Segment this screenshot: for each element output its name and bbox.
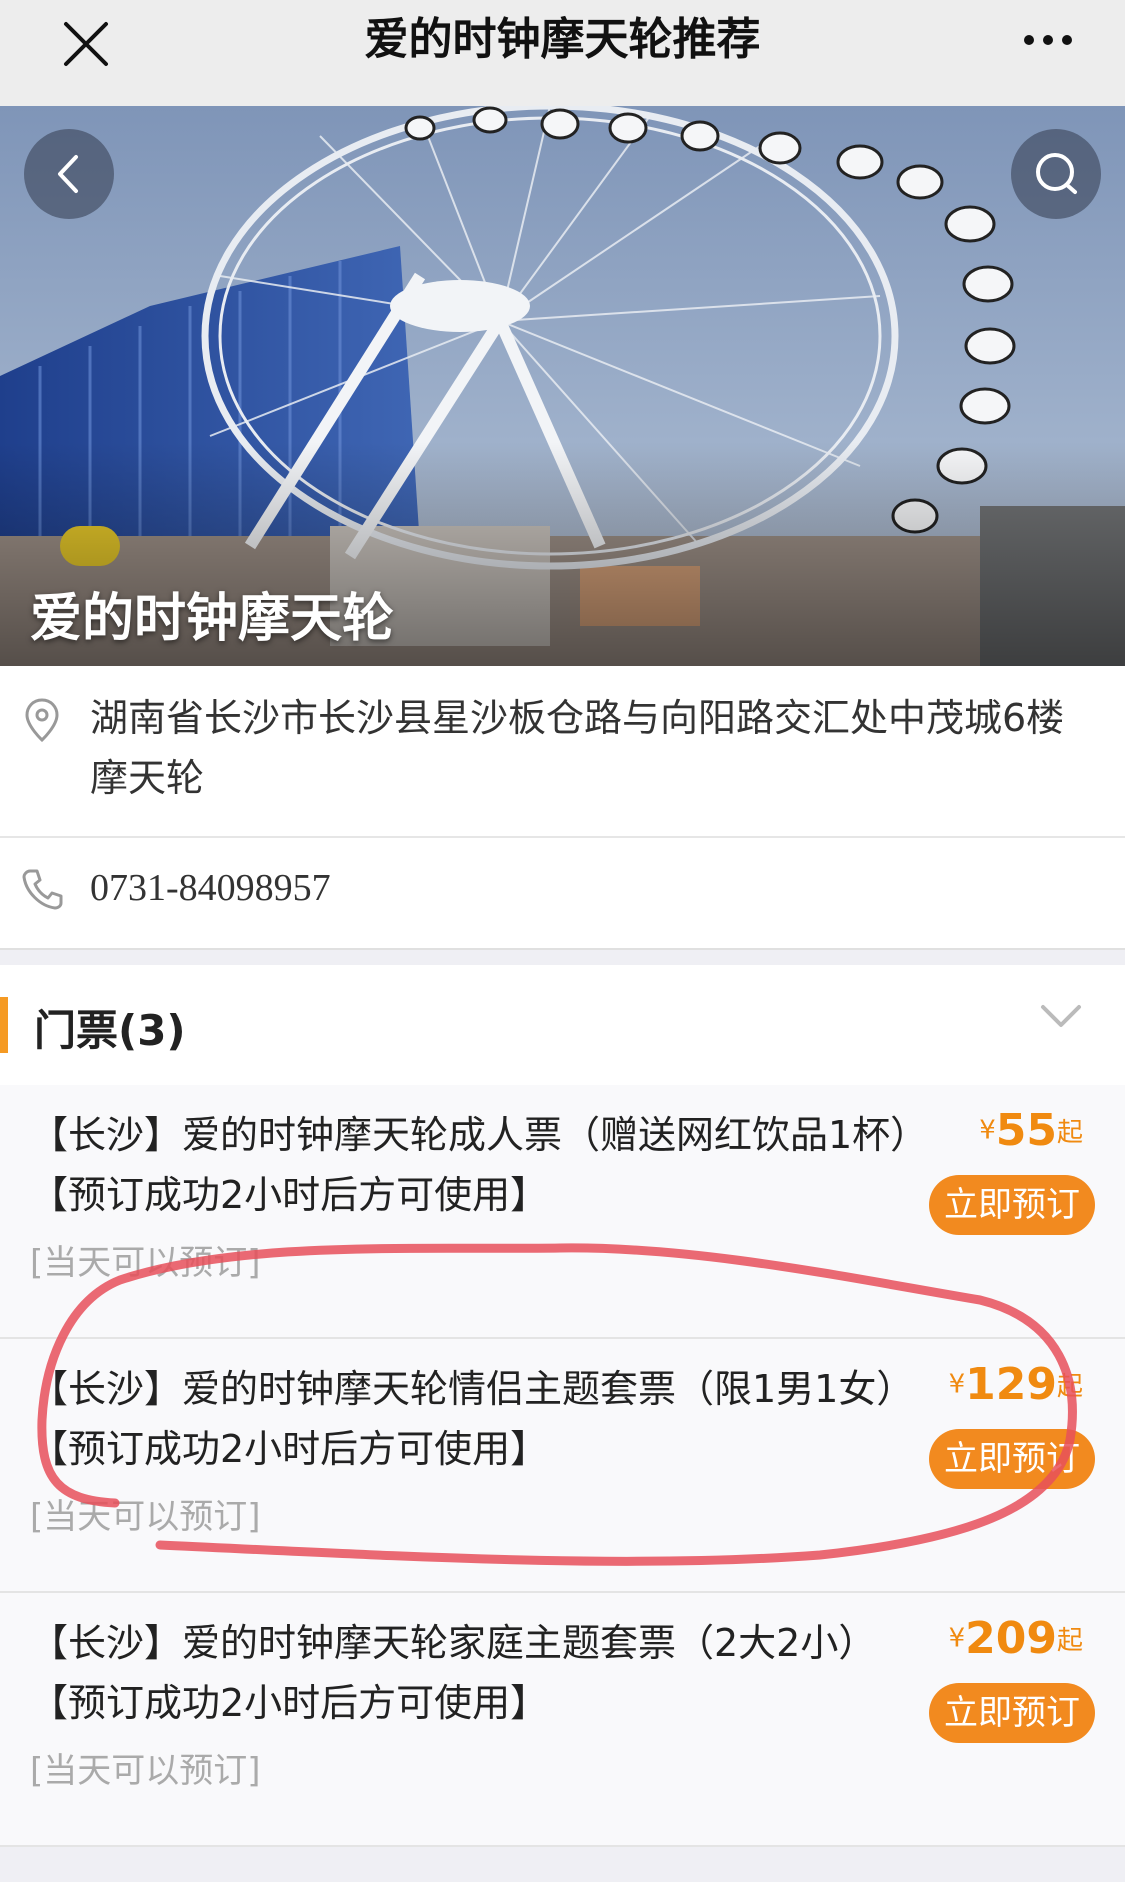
ticket-price: ¥129起	[949, 1359, 1083, 1410]
ticket-name[interactable]: 【长沙】爱的时钟摩天轮情侣主题套票（限1男1女）【预订成功2小时后方可使用】	[30, 1359, 920, 1479]
ticket-price: ¥55起	[979, 1105, 1083, 1156]
price-value: 209	[965, 1613, 1057, 1664]
address-text: 湖南省长沙市长沙县星沙板仓路与向阳路交汇处中茂城6楼摩天轮	[90, 696, 1065, 800]
ticket-price: ¥209起	[949, 1613, 1083, 1664]
phone-row[interactable]: 0731-84098957	[0, 838, 1125, 950]
ticket-name[interactable]: 【长沙】爱的时钟摩天轮家庭主题套票（2大2小）【预订成功2小时后方可使用】	[30, 1613, 920, 1733]
ticket-item[interactable]: 【长沙】爱的时钟摩天轮家庭主题套票（2大2小）【预订成功2小时后方可使用】 ¥2…	[0, 1593, 1125, 1847]
ticket-item[interactable]: 【长沙】爱的时钟摩天轮情侣主题套票（限1男1女）【预订成功2小时后方可使用】 ¥…	[0, 1339, 1125, 1593]
booking-note: [当天可以预订]	[30, 1243, 261, 1283]
tickets-section: 门票(3) 【长沙】爱的时钟摩天轮成人票（赠送网红饮品1杯）【预订成功2小时后方…	[0, 965, 1125, 1847]
search-button[interactable]	[1011, 129, 1101, 219]
currency-symbol: ¥	[948, 1369, 966, 1400]
booking-note: [当天可以预订]	[30, 1497, 261, 1537]
address-row[interactable]: 湖南省长沙市长沙县星沙板仓路与向阳路交汇处中茂城6楼摩天轮	[0, 666, 1125, 838]
price-value: 55	[995, 1105, 1057, 1156]
more-icon[interactable]	[1013, 22, 1083, 58]
hero-banner: 爱的时钟摩天轮	[0, 106, 1125, 666]
currency-symbol: ¥	[979, 1115, 996, 1146]
book-now-button[interactable]: 立即预订	[929, 1175, 1095, 1235]
back-icon	[58, 155, 78, 193]
page-title: 爱的时钟摩天轮推荐	[364, 14, 761, 65]
top-nav-bar: 爱的时钟摩天轮推荐	[0, 0, 1125, 107]
price-value: 129	[965, 1359, 1057, 1410]
phone-number: 0731-84098957	[90, 867, 331, 909]
book-now-button[interactable]: 立即预订	[929, 1429, 1095, 1489]
search-icon	[1036, 153, 1077, 194]
phone-icon	[22, 869, 63, 910]
booking-note: [当天可以预订]	[30, 1751, 261, 1791]
book-now-button[interactable]: 立即预订	[929, 1683, 1095, 1743]
tickets-title: 门票(3)	[34, 1006, 186, 1055]
tickets-header[interactable]: 门票(3)	[0, 965, 1125, 1085]
price-suffix: 起	[1056, 1118, 1083, 1148]
ticket-name[interactable]: 【长沙】爱的时钟摩天轮成人票（赠送网红饮品1杯）【预订成功2小时后方可使用】	[30, 1105, 920, 1225]
attraction-title: 爱的时钟摩天轮	[30, 589, 395, 649]
attraction-info: 湖南省长沙市长沙县星沙板仓路与向阳路交汇处中茂城6楼摩天轮 0731-84098…	[0, 666, 1125, 950]
ticket-item[interactable]: 【长沙】爱的时钟摩天轮成人票（赠送网红饮品1杯）【预订成功2小时后方可使用】 ¥…	[0, 1085, 1125, 1339]
chevron-down-icon[interactable]	[1039, 1001, 1083, 1031]
section-accent-bar	[0, 997, 8, 1053]
price-suffix: 起	[1056, 1626, 1083, 1656]
location-pin-icon	[25, 698, 59, 743]
currency-symbol: ¥	[948, 1623, 966, 1654]
back-button[interactable]	[24, 129, 114, 219]
price-suffix: 起	[1056, 1372, 1083, 1402]
